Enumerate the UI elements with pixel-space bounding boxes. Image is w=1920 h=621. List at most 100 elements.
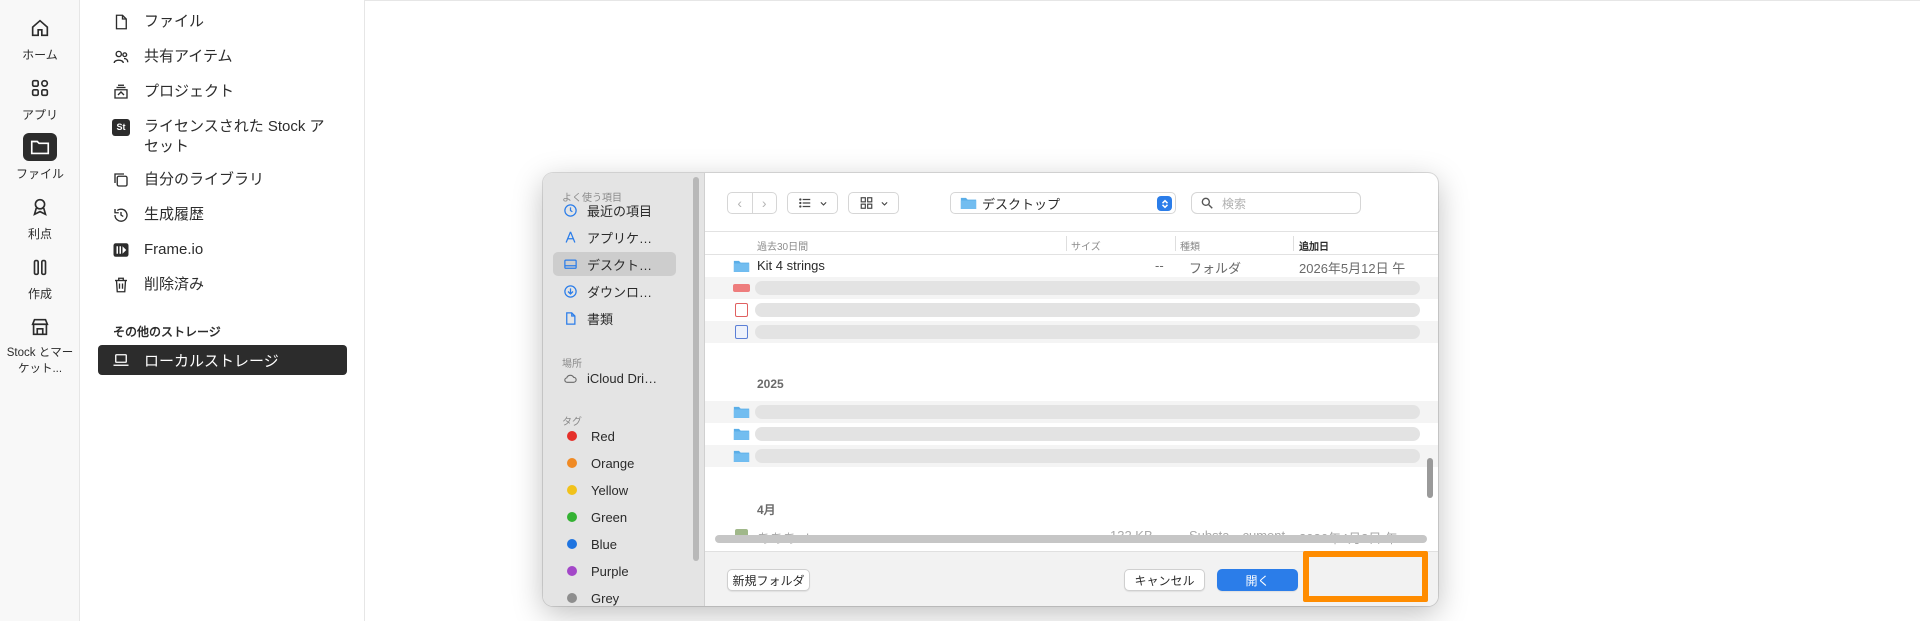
location-popup[interactable]: デスクトップ [950, 192, 1176, 214]
left-rail: ホーム アプリ ファイル 利点 作成 Stock とマーケット... [0, 0, 80, 621]
rail-item-files[interactable]: ファイル [0, 133, 80, 182]
tag-dot-icon [567, 593, 577, 603]
file-size: -- [1155, 258, 1164, 273]
cancel-button[interactable]: キャンセル [1124, 569, 1205, 591]
nav-item-generation-history[interactable]: 生成履歴 [110, 205, 204, 225]
file-row[interactable]: Kit 4 strings -- フォルダ 2026年5月12日 午 [705, 255, 1438, 277]
column-size-header[interactable]: サイズ [1071, 238, 1101, 253]
new-folder-button[interactable]: 新規フォルダ [727, 569, 810, 591]
column-headers: 過去30日間 サイズ 種類 追加日 [705, 231, 1438, 255]
file-date: 2026年5月12日 午 [1299, 261, 1406, 276]
horizontal-scrollbar[interactable] [715, 535, 1427, 543]
tag-green[interactable]: Green [553, 505, 676, 529]
updown-icon [1157, 196, 1172, 211]
grid-view-button[interactable] [848, 192, 899, 214]
vertical-scrollbar[interactable] [1427, 458, 1433, 498]
file-row-blurred[interactable] [705, 277, 1438, 299]
library-icon [110, 170, 132, 190]
local-storage-item[interactable]: ローカルストレージ [98, 345, 347, 375]
tag-label: Blue [591, 536, 618, 552]
column-kind-header[interactable]: 種類 [1180, 238, 1200, 253]
rail-label: 利点 [27, 227, 52, 241]
search-icon [1201, 197, 1213, 209]
laptop-icon [113, 354, 129, 366]
rail-label: ホーム [22, 48, 58, 62]
rail-item-apps[interactable]: アプリ [0, 74, 80, 123]
sidebar-item-label: ダウンロ… [587, 284, 653, 300]
file-row-blurred[interactable] [705, 423, 1438, 445]
rail-label: 作成 [27, 287, 52, 301]
file-row-blurred[interactable] [705, 321, 1438, 343]
nav-item-licensed-stock[interactable]: St ライセンスされた Stock アセット [110, 117, 330, 157]
column-name-header[interactable]: 過去30日間 [757, 238, 808, 253]
create-icon [23, 253, 57, 281]
rail-item-stock-market[interactable]: Stock とマーケット... [0, 313, 80, 377]
sidebar-item-label: 最近の項目 [587, 203, 653, 219]
trash-icon [110, 275, 132, 295]
column-date-header[interactable]: 追加日 [1299, 238, 1329, 253]
sidebar-item-recents[interactable]: 最近の項目 [553, 198, 676, 222]
chevron-down-icon [880, 201, 888, 206]
tag-purple[interactable]: Purple [553, 559, 676, 583]
group-header: 2025 [757, 377, 784, 391]
file-icon [735, 325, 748, 339]
sidebar-item-label: アプリケ… [587, 230, 653, 246]
file-row-blurred[interactable] [705, 445, 1438, 467]
tag-blue[interactable]: Blue [553, 532, 676, 556]
sidebar-item-label: 書類 [587, 311, 614, 327]
list-view-button[interactable] [787, 192, 838, 214]
open-file-dialog: よく使う項目 最近の項目 アプリケ… デスクト… ダウンロ… 書類 場所 iCl… [543, 173, 1438, 606]
document-icon [566, 311, 576, 325]
sidebar-item-downloads[interactable]: ダウンロ… [553, 279, 676, 303]
file-row-blurred[interactable] [705, 401, 1438, 423]
file-row-blurred[interactable] [705, 299, 1438, 321]
sidebar-item-documents[interactable]: 書類 [553, 306, 676, 330]
rail-item-create[interactable]: 作成 [0, 253, 80, 302]
sidebar-item-applications[interactable]: アプリケ… [553, 225, 676, 249]
tag-dot-icon [567, 458, 577, 468]
tag-label: Grey [591, 590, 620, 606]
cloud-icon [564, 374, 577, 383]
back-button[interactable]: ‹ [728, 193, 752, 213]
tag-red[interactable]: Red [553, 424, 676, 448]
people-icon [110, 47, 132, 67]
tag-dot-icon [567, 431, 577, 441]
tag-grey[interactable]: Grey [553, 586, 676, 606]
dialog-sidebar: よく使う項目 最近の項目 アプリケ… デスクト… ダウンロ… 書類 場所 iCl… [543, 173, 705, 606]
rail-label: ファイル [15, 167, 64, 181]
sidebar-scrollbar[interactable] [693, 177, 699, 561]
stock-icon-text: St [112, 118, 130, 136]
rail-label: アプリ [21, 108, 58, 122]
nav-item-my-library[interactable]: 自分のライブラリ [110, 170, 264, 190]
folder-icon [960, 197, 977, 209]
sidebar-item-desktop[interactable]: デスクト… [553, 252, 676, 276]
nav-item-files[interactable]: ファイル [110, 12, 204, 32]
project-icon [110, 82, 132, 102]
desktop-icon [564, 259, 577, 269]
rail-item-home[interactable]: ホーム [0, 14, 80, 63]
search-input[interactable]: 検索 [1191, 192, 1361, 214]
list-icon [799, 198, 811, 208]
folder-icon [733, 406, 750, 418]
applications-icon [565, 231, 576, 243]
grid-icon [860, 197, 872, 209]
nav-item-deleted[interactable]: 削除済み [110, 275, 204, 295]
tag-orange[interactable]: Orange [553, 451, 676, 475]
store-icon [23, 313, 57, 341]
sidebar-item-icloud[interactable]: iCloud Dri… [553, 366, 676, 390]
history-icon [110, 205, 132, 225]
location-label: デスクトップ [982, 196, 1061, 212]
open-button[interactable]: 開く [1217, 569, 1298, 591]
frameio-icon [110, 240, 132, 260]
tag-label: Red [591, 428, 615, 444]
chevron-down-icon [820, 201, 827, 206]
nav-item-label: 自分のライブラリ [144, 171, 265, 188]
nav-item-shared[interactable]: 共有アイテム [110, 47, 233, 67]
blurred-content [755, 325, 1420, 339]
rail-item-benefits[interactable]: 利点 [0, 193, 80, 242]
nav-item-frameio[interactable]: Frame.io [110, 240, 203, 260]
nav-item-projects[interactable]: プロジェクト [110, 82, 234, 102]
tag-yellow[interactable]: Yellow [553, 478, 676, 502]
forward-button[interactable]: › [751, 193, 777, 213]
nav-item-label: プロジェクト [144, 83, 235, 100]
